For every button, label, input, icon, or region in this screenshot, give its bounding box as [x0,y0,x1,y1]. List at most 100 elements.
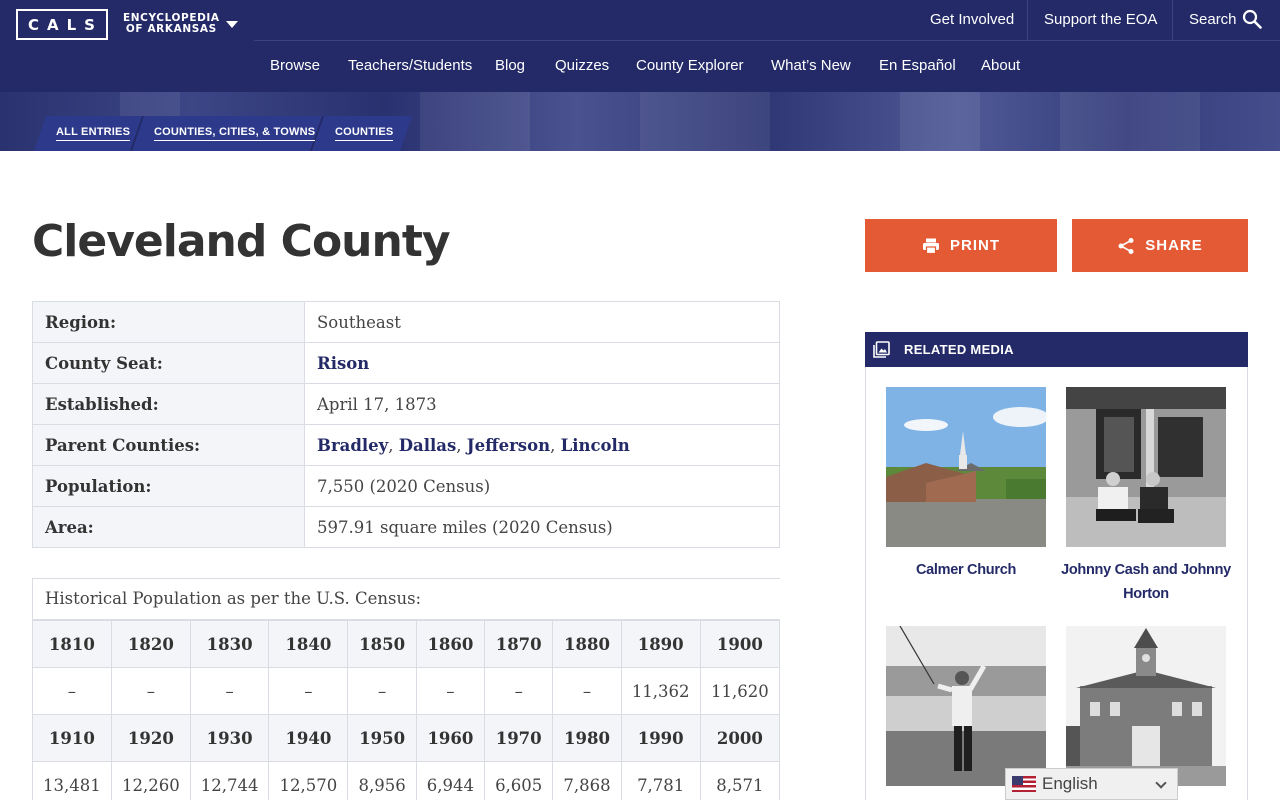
parent-counties-label: Parent Counties: [32,424,305,466]
table-row: County Seat: Rison [32,342,780,384]
nav-quizzes[interactable]: Quizzes [555,56,609,76]
breadcrumb-counties-cities-towns[interactable]: COUNTIES, CITIES, & TOWNS [154,126,316,141]
cals-logo[interactable]: CALS [16,9,108,40]
logo-dropdown-caret-icon[interactable] [226,21,238,28]
share-button-label: SHARE [1145,237,1203,254]
related-media-header: RELATED MEDIA [865,332,1248,367]
census-population: – [415,667,486,715]
breadcrumb-all-entries[interactable]: ALL ENTRIES [56,126,131,141]
image-gallery-icon [873,341,890,358]
census-year: 1820 [110,620,191,668]
search-icon[interactable] [1242,9,1262,29]
established-label: Established: [32,383,305,425]
census-population: – [347,667,417,715]
utility-separator [1172,0,1173,40]
search-link[interactable]: Search [1189,10,1237,30]
census-population: 12,744 [189,761,270,800]
area-value: 597.91 square miles (2020 Census) [304,506,780,548]
census-year: 1870 [484,620,554,668]
census-population: – [268,667,349,715]
get-involved-link[interactable]: Get Involved [930,10,1014,30]
list-separator: , [550,435,561,455]
historical-population-table[interactable]: Historical Population as per the U.S. Ce… [32,578,780,800]
header-divider [254,40,1280,41]
media-caption-calmer-church[interactable]: Calmer Church [878,558,1054,582]
nav-teachers-students[interactable]: Teachers/Students [348,56,472,76]
census-population: 11,362 [620,667,701,715]
nav-about[interactable]: About [981,56,1020,76]
census-population: 6,944 [415,761,486,800]
census-population-row: – – – – – – – – 11,362 11,620 [33,667,780,715]
nav-whats-new[interactable]: What’s New [771,56,851,76]
media-thumbnail-johnny-cash-horton[interactable] [1066,387,1226,547]
print-button-label: PRINT [950,237,1000,254]
census-year: 1810 [33,620,112,668]
nav-browse[interactable]: Browse [270,56,320,76]
parent-county-link[interactable]: Dallas [399,436,457,455]
encyclopedia-logo-text[interactable]: ENCYCLOPEDIA OF ARKANSAS [123,13,220,35]
parent-counties-value: Bradley, Dallas, Jefferson, Lincoln [304,424,780,466]
census-grid: 1810 1820 1830 1840 1850 1860 1870 1880 … [33,620,780,800]
county-seat-link[interactable]: Rison [317,354,369,373]
related-media-title: RELATED MEDIA [904,342,1014,357]
census-year: 1930 [189,714,270,762]
area-label: Area: [32,506,305,548]
census-caption: Historical Population as per the U.S. Ce… [33,579,780,620]
census-population: – [189,667,270,715]
region-value: Southeast [304,301,780,343]
census-population: 12,570 [268,761,349,800]
census-year: 1860 [415,620,486,668]
chevron-down-icon [1155,777,1167,789]
census-year: 1900 [699,620,780,668]
parent-county-link[interactable]: Lincoln [561,436,630,455]
census-population: 8,571 [699,761,780,800]
census-year: 1990 [620,714,701,762]
fisherman-photo-image [886,626,1046,786]
census-year: 1850 [347,620,417,668]
nav-blog[interactable]: Blog [495,56,525,76]
parent-county-link[interactable]: Bradley [317,436,388,455]
census-population: 11,620 [699,667,780,715]
census-population: 12,260 [110,761,191,800]
table-row: Area: 597.91 square miles (2020 Census) [32,506,780,548]
census-year: 1830 [189,620,270,668]
share-button[interactable]: SHARE [1072,219,1248,272]
media-caption-johnny-cash-horton[interactable]: Johnny Cash and Johnny Horton [1058,558,1234,606]
table-row: Established: April 17, 1873 [32,383,780,425]
list-separator: , [388,435,399,455]
nav-county-explorer[interactable]: County Explorer [636,56,744,76]
census-year: 1840 [268,620,349,668]
language-selector[interactable]: English [1005,768,1178,800]
census-population: – [33,667,112,715]
media-thumbnail-calmer-church[interactable] [886,387,1046,547]
census-year: 1890 [620,620,701,668]
census-years-row: 1910 1920 1930 1940 1950 1960 1970 1980 … [33,714,780,762]
printer-icon [923,238,939,254]
table-row: Population: 7,550 (2020 Census) [32,465,780,507]
page-title: Cleveland County [32,216,451,267]
breadcrumb-counties[interactable]: COUNTIES [335,126,394,141]
census-year: 1940 [268,714,349,762]
census-year: 1880 [552,620,622,668]
language-selected: English [1042,774,1098,793]
media-thumbnail-courthouse[interactable] [1066,626,1226,786]
census-population: 7,781 [620,761,701,800]
census-year: 1970 [484,714,554,762]
media-thumbnail-fisherman[interactable] [886,626,1046,786]
nav-en-espanol[interactable]: En Español [879,56,956,76]
johnny-cash-photo-image [1066,387,1226,547]
census-year: 1910 [33,714,112,762]
established-value: April 17, 1873 [304,383,780,425]
parent-county-link[interactable]: Jefferson [467,436,550,455]
census-population-row: 13,481 12,260 12,744 12,570 8,956 6,944 … [33,761,780,800]
census-year: 1980 [552,714,622,762]
census-years-row: 1810 1820 1830 1840 1850 1860 1870 1880 … [33,620,780,668]
census-year: 1950 [347,714,417,762]
census-year: 1920 [110,714,191,762]
population-value: 7,550 (2020 Census) [304,465,780,507]
support-eoa-link[interactable]: Support the EOA [1044,10,1157,30]
census-population: 7,868 [552,761,622,800]
census-population: 13,481 [33,761,112,800]
print-button[interactable]: PRINT [865,219,1057,272]
logo-line-2: OF ARKANSAS [125,23,217,35]
